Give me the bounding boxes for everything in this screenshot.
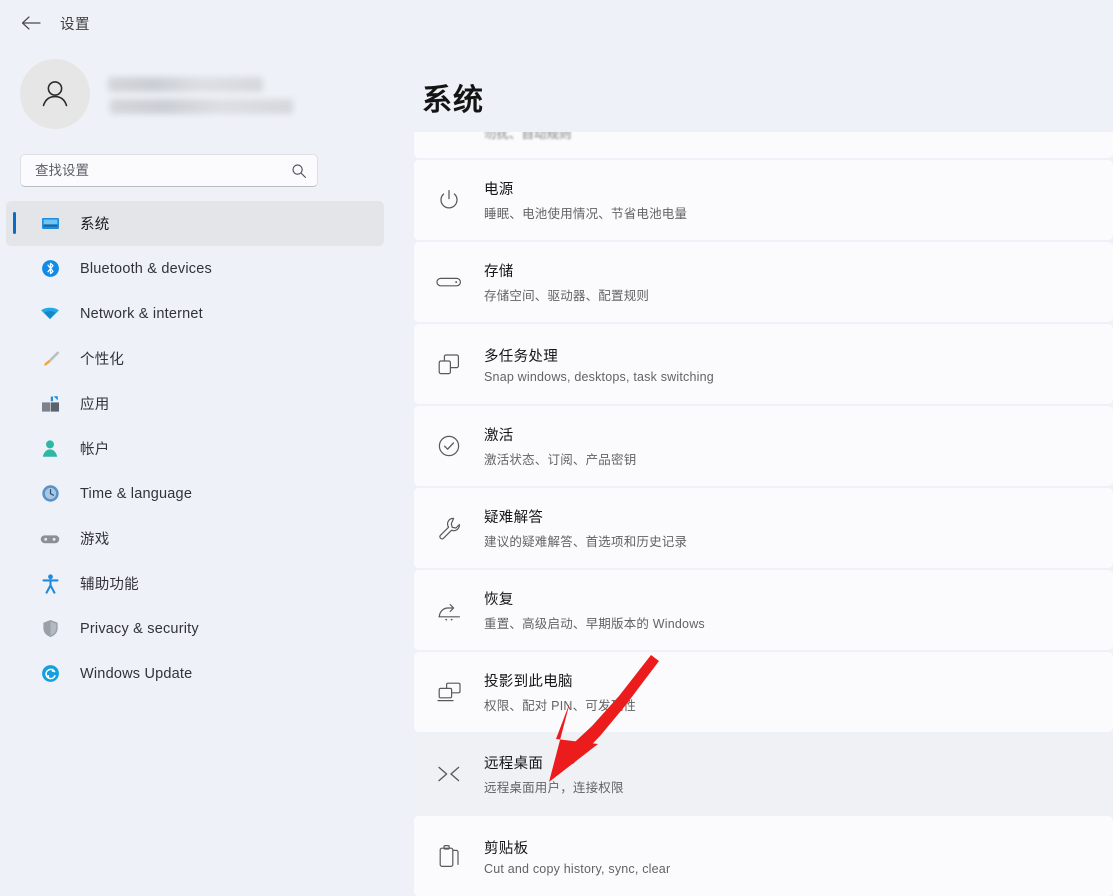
gamepad-icon [40, 529, 60, 549]
remote-desktop-icon [436, 763, 462, 785]
settings-row-projecting-to-this-pc[interactable]: 投影到此电脑 权限、配对 PIN、可发现性 [414, 652, 1113, 732]
search-icon [291, 163, 307, 179]
account-icon [40, 439, 60, 459]
activation-check-icon [436, 434, 462, 458]
monitor-icon [40, 214, 60, 234]
settings-row-storage[interactable]: 存储 存储空间、驱动器、配置规则 [414, 242, 1113, 322]
update-icon [40, 664, 60, 684]
search-input[interactable] [35, 163, 291, 178]
project-to-pc-icon [436, 681, 462, 704]
wifi-icon [40, 304, 60, 324]
page-title: 系统 [422, 75, 1113, 119]
clipboard-icon [436, 844, 462, 869]
sidebar-item-label: Privacy & security [80, 621, 199, 637]
settings-row-subtitle: 激活状态、订阅、产品密钥 [484, 449, 636, 468]
search-box[interactable] [20, 154, 318, 187]
account-block[interactable] [0, 52, 406, 136]
power-icon [436, 188, 462, 212]
settings-row-activation[interactable]: 激活 激活状态、订阅、产品密钥 [414, 406, 1113, 486]
recovery-icon [436, 599, 462, 622]
title-bar: 设置 [0, 0, 1113, 46]
sidebar-nav: 系统 Bluetooth & devices [0, 201, 406, 696]
settings-row-clipped[interactable]: 勿扰、自动规则 [414, 132, 1113, 158]
sidebar-item-label: Network & internet [80, 306, 203, 322]
sidebar: 系统 Bluetooth & devices [0, 46, 406, 896]
settings-row-title: 激活 [484, 424, 636, 445]
sidebar-item-label: 帐户 [80, 438, 109, 459]
settings-row-power[interactable]: 电源 睡眠、电池使用情况、节省电池电量 [414, 160, 1113, 240]
settings-row-clipboard[interactable]: 剪贴板 Cut and copy history, sync, clear [414, 816, 1113, 896]
settings-row-title: 远程桌面 [484, 752, 624, 773]
sidebar-item-privacy-security[interactable]: Privacy & security [6, 606, 384, 651]
sidebar-item-label: 个性化 [80, 348, 124, 369]
settings-card-list: 勿扰、自动规则 电源 睡眠、电池使用情况、节省电池电量 [414, 132, 1113, 896]
settings-row-subtitle: Snap windows, desktops, task switching [484, 370, 714, 384]
sidebar-item-system[interactable]: 系统 [6, 201, 384, 246]
settings-row-subtitle: Cut and copy history, sync, clear [484, 862, 670, 876]
settings-shell: 系统 Bluetooth & devices [0, 46, 1113, 896]
sidebar-item-label: 系统 [80, 213, 109, 234]
bluetooth-icon [40, 259, 60, 279]
sidebar-item-accounts[interactable]: 帐户 [6, 426, 384, 471]
settings-row-remote-desktop[interactable]: 远程桌面 远程桌面用户，连接权限 [414, 734, 1113, 814]
settings-row-subtitle: 勿扰、自动规则 [484, 132, 572, 142]
sidebar-item-time-language[interactable]: Time & language [6, 471, 384, 516]
account-name-redacted [108, 75, 293, 114]
app-title: 设置 [60, 13, 90, 34]
settings-row-title: 电源 [484, 178, 687, 199]
clock-icon [40, 484, 60, 504]
sidebar-item-label: 应用 [80, 393, 109, 414]
settings-row-recovery[interactable]: 恢复 重置、高级启动、早期版本的 Windows [414, 570, 1113, 650]
sidebar-item-bluetooth-devices[interactable]: Bluetooth & devices [6, 246, 384, 291]
sidebar-item-personalization[interactable]: 个性化 [6, 336, 384, 381]
settings-row-title: 恢复 [484, 588, 705, 609]
sidebar-item-accessibility[interactable]: 辅助功能 [6, 561, 384, 606]
sidebar-item-label: Windows Update [80, 666, 192, 682]
storage-icon [436, 274, 462, 290]
accessibility-icon [40, 574, 60, 594]
settings-row-title: 存储 [484, 260, 649, 281]
sidebar-item-label: Time & language [80, 486, 192, 502]
back-button[interactable] [18, 10, 44, 36]
sidebar-item-network-internet[interactable]: Network & internet [6, 291, 384, 336]
settings-row-subtitle: 睡眠、电池使用情况、节省电池电量 [484, 203, 687, 222]
settings-row-subtitle: 重置、高级启动、早期版本的 Windows [484, 613, 705, 632]
settings-row-title: 剪贴板 [484, 837, 670, 858]
sidebar-item-windows-update[interactable]: Windows Update [6, 651, 384, 696]
sidebar-item-label: 游戏 [80, 528, 109, 549]
shield-icon [40, 619, 60, 639]
sidebar-item-apps[interactable]: 应用 [6, 381, 384, 426]
settings-row-title: 多任务处理 [484, 345, 714, 366]
settings-row-troubleshoot[interactable]: 疑难解答 建议的疑难解答、首选项和历史记录 [414, 488, 1113, 568]
multitasking-icon [436, 353, 462, 376]
avatar [20, 59, 90, 129]
sidebar-item-label: Bluetooth & devices [80, 261, 212, 277]
settings-row-subtitle: 远程桌面用户，连接权限 [484, 777, 624, 796]
wrench-icon [436, 516, 462, 541]
settings-row-multitasking[interactable]: 多任务处理 Snap windows, desktops, task switc… [414, 324, 1113, 404]
settings-row-subtitle: 建议的疑难解答、首选项和历史记录 [484, 531, 687, 550]
settings-row-subtitle: 权限、配对 PIN、可发现性 [484, 695, 636, 714]
main-content: 系统 勿扰、自动规则 电源 睡眠、电池使用情况、节省电池电量 [406, 46, 1113, 896]
settings-row-title: 疑难解答 [484, 506, 687, 527]
brush-icon [40, 349, 60, 369]
sidebar-item-gaming[interactable]: 游戏 [6, 516, 384, 561]
settings-row-title: 投影到此电脑 [484, 670, 636, 691]
apps-icon [40, 394, 60, 414]
sidebar-item-label: 辅助功能 [80, 573, 139, 594]
settings-row-subtitle: 存储空间、驱动器、配置规则 [484, 285, 649, 304]
